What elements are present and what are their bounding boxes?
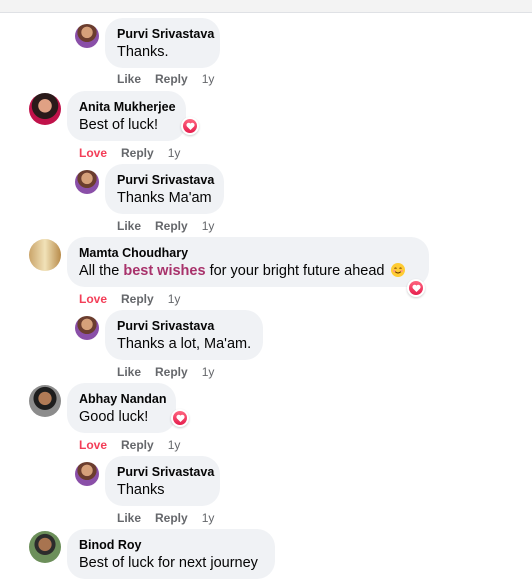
avatar[interactable]: [75, 462, 99, 486]
highlighted-link[interactable]: best wishes: [123, 263, 205, 279]
comment-bubble: Mamta Choudhary All the best wishes for …: [67, 237, 429, 287]
avatar[interactable]: [29, 531, 61, 563]
comment-text-part: for your bright future ahead: [205, 263, 385, 279]
like-button[interactable]: Like: [117, 71, 141, 87]
comment-text: Good luck!: [79, 409, 149, 425]
comment-text: Thanks a lot, Ma'am.: [117, 336, 252, 352]
comment-author[interactable]: Binod Roy: [79, 537, 263, 553]
heart-reaction-icon[interactable]: [171, 409, 189, 427]
comment-bubble: Purvi Srivastava Thanks a lot, Ma'am.: [105, 310, 263, 360]
reply-button[interactable]: Reply: [155, 510, 188, 526]
comment-bubble: Abhay Nandan Good luck!: [67, 383, 176, 433]
love-button[interactable]: Love: [79, 291, 107, 307]
love-button[interactable]: Love: [79, 437, 107, 453]
comment-actions: Love Reply 1y: [79, 291, 194, 307]
timestamp[interactable]: 1y: [168, 437, 181, 453]
comment-author[interactable]: Purvi Srivastava: [117, 464, 214, 480]
comment-bubble: Purvi Srivastava Thanks Ma'am: [105, 164, 224, 214]
comment-author[interactable]: Mamta Choudhary: [79, 245, 417, 261]
reply-button[interactable]: Reply: [155, 364, 188, 380]
timestamp[interactable]: 1y: [202, 510, 215, 526]
timestamp[interactable]: 1y: [202, 218, 215, 234]
avatar[interactable]: [29, 239, 61, 271]
comment-text: Thanks Ma'am: [117, 190, 212, 206]
avatar[interactable]: [75, 170, 99, 194]
reply-button[interactable]: Reply: [155, 218, 188, 234]
comment-author[interactable]: Abhay Nandan: [79, 391, 167, 407]
comment-bubble: Binod Roy Best of luck for next journey: [67, 529, 275, 579]
reply-button[interactable]: Reply: [155, 71, 188, 87]
timestamp[interactable]: 1y: [168, 145, 181, 161]
avatar[interactable]: [29, 93, 61, 125]
comment-text: Thanks.: [117, 44, 169, 60]
reply-button[interactable]: Reply: [121, 291, 154, 307]
avatar[interactable]: [29, 385, 61, 417]
comment-author[interactable]: Purvi Srivastava: [117, 318, 251, 334]
like-button[interactable]: Like: [117, 364, 141, 380]
smiling-face-emoji-icon: [390, 263, 405, 277]
comment-text: Thanks: [117, 482, 165, 498]
comment-text: All the best wishes for your bright futu…: [79, 261, 417, 281]
comment-actions: Love Reply 1y: [79, 145, 194, 161]
comment-text-part: All the: [79, 263, 124, 279]
comment-actions: Like Reply 1y: [117, 364, 228, 380]
love-button[interactable]: Love: [79, 145, 107, 161]
comment-actions: Like Reply 1y: [117, 71, 228, 87]
comment-actions: Like Reply 1y: [117, 218, 228, 234]
comment-bubble: Purvi Srivastava Thanks: [105, 456, 220, 506]
comment-author[interactable]: Anita Mukherjee: [79, 99, 176, 115]
top-scroll-edge: [0, 0, 532, 13]
heart-reaction-icon[interactable]: [181, 117, 199, 135]
heart-reaction-icon[interactable]: [407, 279, 425, 297]
comment-text: Best of luck!: [79, 117, 158, 133]
avatar[interactable]: [75, 316, 99, 340]
comment-bubble: Anita Mukherjee Best of luck!: [67, 91, 186, 141]
comment-text: Best of luck for next journey: [79, 555, 258, 571]
timestamp[interactable]: 1y: [202, 364, 215, 380]
like-button[interactable]: Like: [117, 510, 141, 526]
like-button[interactable]: Like: [117, 218, 141, 234]
timestamp[interactable]: 1y: [168, 291, 181, 307]
reply-button[interactable]: Reply: [121, 145, 154, 161]
timestamp[interactable]: 1y: [202, 71, 215, 87]
comment-author[interactable]: Purvi Srivastava: [117, 172, 214, 188]
avatar[interactable]: [75, 24, 99, 48]
comment-bubble: Purvi Srivastava Thanks.: [105, 18, 220, 68]
reply-button[interactable]: Reply: [121, 437, 154, 453]
comment-author[interactable]: Purvi Srivastava: [117, 26, 214, 42]
comment-actions: Love Reply 1y: [79, 437, 194, 453]
comment-actions: Like Reply 1y: [117, 510, 228, 526]
